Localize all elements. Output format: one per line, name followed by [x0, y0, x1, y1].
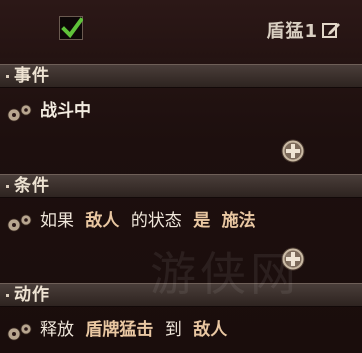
section-title: 事件: [14, 66, 50, 86]
action-target[interactable]: 敌人: [193, 320, 227, 340]
section-header-action: 动作: [0, 283, 362, 307]
check-icon: [61, 17, 83, 39]
edit-button[interactable]: [321, 20, 341, 40]
event-row[interactable]: 战斗中: [0, 94, 362, 128]
action-row[interactable]: 释放 盾牌猛击 到 敌人: [0, 313, 362, 347]
section-title: 条件: [14, 176, 50, 196]
gears-icon: [7, 214, 32, 232]
action-verb: 释放: [40, 320, 74, 340]
bullet-icon: [6, 185, 9, 188]
add-condition-button[interactable]: [281, 247, 305, 271]
gears-icon: [7, 104, 32, 122]
condition-row[interactable]: 如果 敌人 的状态 是 施法: [0, 204, 362, 238]
rule-name[interactable]: 盾猛1: [266, 17, 318, 43]
add-event-button[interactable]: [281, 139, 305, 163]
section-title: 动作: [14, 285, 50, 305]
rule-header: 盾猛1: [0, 0, 362, 58]
bullet-icon: [6, 75, 9, 78]
section-header-event: 事件: [0, 64, 362, 88]
enable-checkbox[interactable]: [59, 16, 83, 40]
edit-icon: [322, 23, 340, 38]
section-header-condition: 条件: [0, 174, 362, 198]
condition-target[interactable]: 敌人: [85, 211, 119, 231]
action-to: 到: [164, 320, 182, 340]
condition-if: 如果: [40, 211, 74, 231]
event-trigger[interactable]: 战斗中: [40, 101, 91, 121]
action-skill[interactable]: 盾牌猛击: [85, 320, 153, 340]
rule-panel: 盾猛1 事件 战斗中 条件 如果 敌人 的状态 是 施法 动作 释放 盾牌猛击 …: [0, 0, 362, 353]
plus-circle-icon: [281, 247, 305, 271]
condition-status-label: 的状态: [130, 211, 182, 231]
condition-value[interactable]: 施法: [222, 211, 256, 231]
bullet-icon: [6, 294, 9, 297]
gears-icon: [7, 323, 32, 341]
condition-operator[interactable]: 是: [193, 211, 210, 231]
plus-circle-icon: [281, 139, 305, 163]
